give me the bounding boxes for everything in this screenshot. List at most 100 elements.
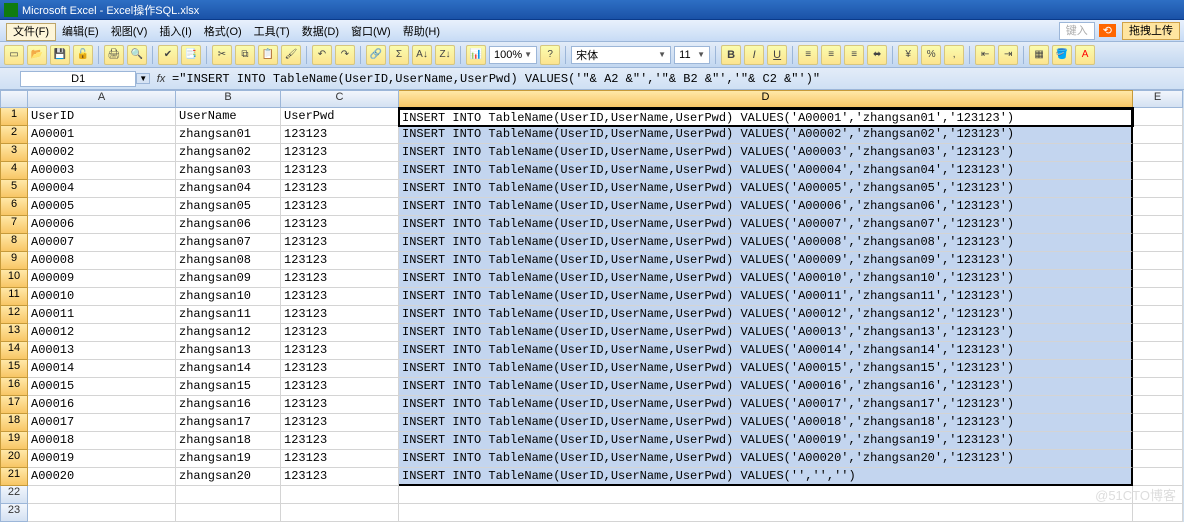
cell-C15[interactable]: 123123 [281,360,399,378]
autosum-button[interactable]: Σ [389,45,409,65]
cell-E16[interactable] [1133,378,1183,396]
cell-C11[interactable]: 123123 [281,288,399,306]
cell-E11[interactable] [1133,288,1183,306]
cell-E6[interactable] [1133,198,1183,216]
open-button[interactable]: 📂 [27,45,47,65]
cell-A2[interactable]: A00001 [28,126,176,144]
cell-D2[interactable]: INSERT INTO TableName(UserID,UserName,Us… [399,126,1133,144]
cell-D11[interactable]: INSERT INTO TableName(UserID,UserName,Us… [399,288,1133,306]
font-name-select[interactable]: 宋体▼ [571,46,671,64]
col-header-B[interactable]: B [176,90,281,108]
cell-A7[interactable]: A00006 [28,216,176,234]
cell-C3[interactable]: 123123 [281,144,399,162]
cell-B2[interactable]: zhangsan01 [176,126,281,144]
cell-A4[interactable]: A00003 [28,162,176,180]
cell-A8[interactable]: A00007 [28,234,176,252]
cell-A9[interactable]: A00008 [28,252,176,270]
cell-E20[interactable] [1133,450,1183,468]
cell-E13[interactable] [1133,324,1183,342]
row-header-18[interactable]: 18 [0,414,28,432]
cell-D14[interactable]: INSERT INTO TableName(UserID,UserName,Us… [399,342,1133,360]
cell-A5[interactable]: A00004 [28,180,176,198]
menu-1[interactable]: 编辑(E) [56,24,105,40]
cell-C16[interactable]: 123123 [281,378,399,396]
sort-desc-button[interactable]: Z↓ [435,45,455,65]
cell-A3[interactable]: A00002 [28,144,176,162]
cell-E3[interactable] [1133,144,1183,162]
cell-B21[interactable]: zhangsan20 [176,468,281,486]
cell-D16[interactable]: INSERT INTO TableName(UserID,UserName,Us… [399,378,1133,396]
cell-C23[interactable] [281,504,399,522]
chart-button[interactable]: 📊 [466,45,486,65]
cell-D20[interactable]: INSERT INTO TableName(UserID,UserName,Us… [399,450,1133,468]
align-left-button[interactable]: ≡ [798,45,818,65]
help-search-input[interactable]: 键入 [1059,22,1095,40]
row-header-9[interactable]: 9 [0,252,28,270]
cell-B19[interactable]: zhangsan18 [176,432,281,450]
cell-C13[interactable]: 123123 [281,324,399,342]
upload-widget[interactable]: 拖拽上传 [1122,22,1180,40]
cell-A12[interactable]: A00011 [28,306,176,324]
cell-C6[interactable]: 123123 [281,198,399,216]
cell-D12[interactable]: INSERT INTO TableName(UserID,UserName,Us… [399,306,1133,324]
name-box-dropdown[interactable]: ▼ [136,73,150,84]
currency-button[interactable]: ¥ [898,45,918,65]
menu-4[interactable]: 格式(O) [198,24,248,40]
zoom-select[interactable]: 100%▼ [489,46,537,64]
spelling-button[interactable]: ✔ [158,45,178,65]
cell-B11[interactable]: zhangsan10 [176,288,281,306]
cell-B15[interactable]: zhangsan14 [176,360,281,378]
copy-button[interactable]: ⧉ [235,45,255,65]
cell-E1[interactable] [1133,108,1183,126]
row-header-1[interactable]: 1 [0,108,28,126]
formula-input[interactable]: ="INSERT INTO TableName(UserID,UserName,… [172,72,1184,86]
cell-B20[interactable]: zhangsan19 [176,450,281,468]
decrease-indent-button[interactable]: ⇤ [975,45,995,65]
menu-8[interactable]: 帮助(H) [397,24,446,40]
cell-E17[interactable] [1133,396,1183,414]
cell-C8[interactable]: 123123 [281,234,399,252]
cell-C19[interactable]: 123123 [281,432,399,450]
cell-D15[interactable]: INSERT INTO TableName(UserID,UserName,Us… [399,360,1133,378]
cell-D10[interactable]: INSERT INTO TableName(UserID,UserName,Us… [399,270,1133,288]
research-button[interactable]: 📑 [181,45,201,65]
cell-C18[interactable]: 123123 [281,414,399,432]
name-box[interactable]: D1 [20,71,136,87]
cell-C2[interactable]: 123123 [281,126,399,144]
cell-B4[interactable]: zhangsan03 [176,162,281,180]
cell-A1[interactable]: UserID [28,108,176,126]
cell-C12[interactable]: 123123 [281,306,399,324]
cell-B1[interactable]: UserName [176,108,281,126]
cell-B14[interactable]: zhangsan13 [176,342,281,360]
hyperlink-button[interactable]: 🔗 [366,45,386,65]
cell-E19[interactable] [1133,432,1183,450]
fx-icon[interactable]: fx [150,73,172,85]
cell-D22[interactable] [399,486,1133,504]
cell-B6[interactable]: zhangsan05 [176,198,281,216]
cell-C21[interactable]: 123123 [281,468,399,486]
cell-D5[interactable]: INSERT INTO TableName(UserID,UserName,Us… [399,180,1133,198]
percent-button[interactable]: % [921,45,941,65]
font-size-select[interactable]: 11▼ [674,46,710,64]
cell-A21[interactable]: A00020 [28,468,176,486]
cell-D8[interactable]: INSERT INTO TableName(UserID,UserName,Us… [399,234,1133,252]
row-header-21[interactable]: 21 [0,468,28,486]
underline-button[interactable]: U [767,45,787,65]
cell-E9[interactable] [1133,252,1183,270]
row-header-7[interactable]: 7 [0,216,28,234]
cell-A13[interactable]: A00012 [28,324,176,342]
unknown-orange-button[interactable]: ⟲ [1099,24,1116,37]
cell-E10[interactable] [1133,270,1183,288]
print-button[interactable]: 🖨 [104,45,124,65]
redo-button[interactable]: ↷ [335,45,355,65]
row-header-16[interactable]: 16 [0,378,28,396]
cell-A20[interactable]: A00019 [28,450,176,468]
paste-button[interactable]: 📋 [258,45,278,65]
cut-button[interactable]: ✂ [212,45,232,65]
cell-B3[interactable]: zhangsan02 [176,144,281,162]
cell-C9[interactable]: 123123 [281,252,399,270]
cell-C17[interactable]: 123123 [281,396,399,414]
cell-D1[interactable]: INSERT INTO TableName(UserID,UserName,Us… [399,108,1133,126]
cell-C10[interactable]: 123123 [281,270,399,288]
row-header-17[interactable]: 17 [0,396,28,414]
